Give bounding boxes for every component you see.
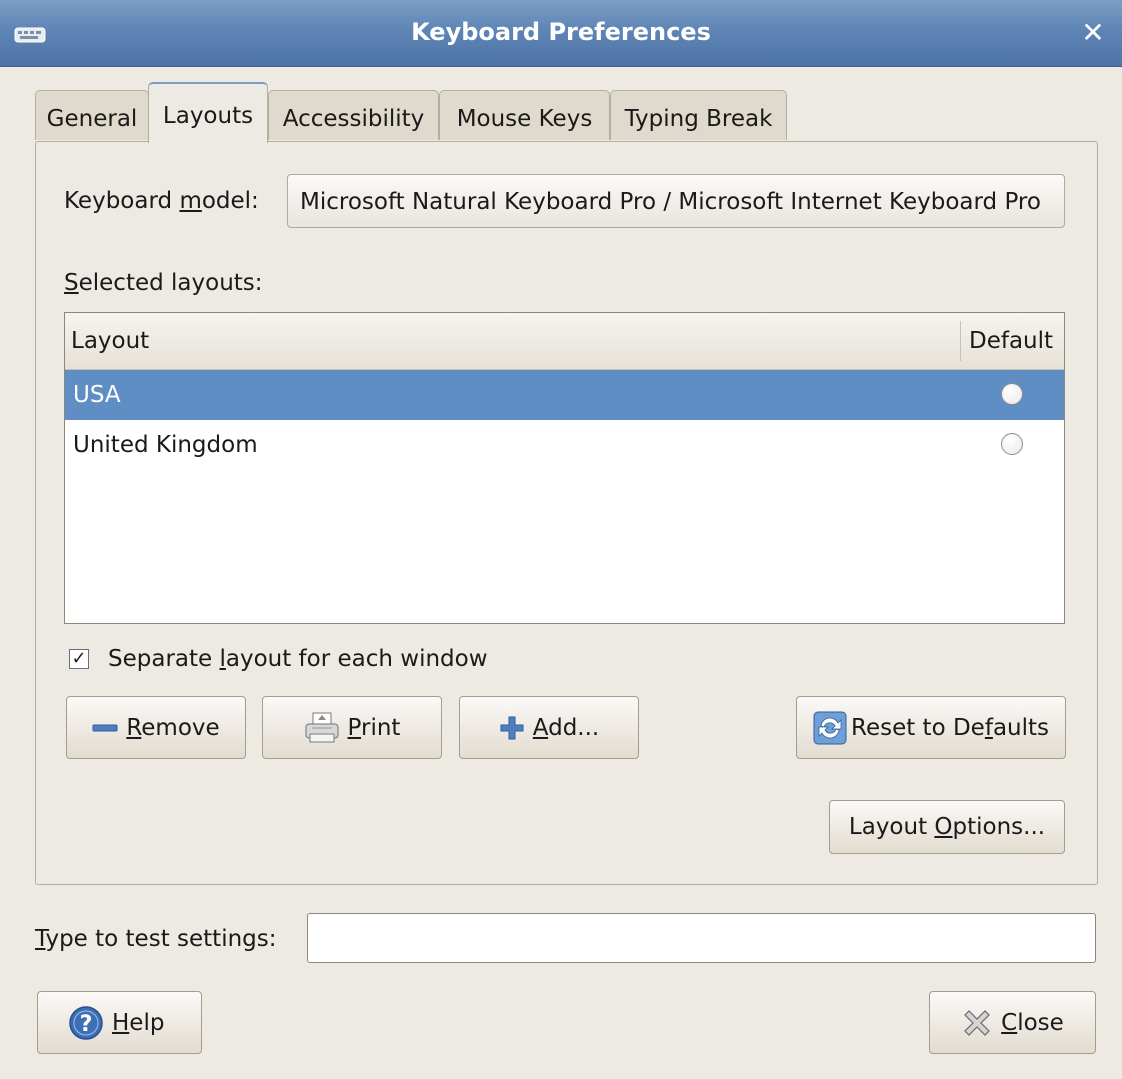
default-radio[interactable] xyxy=(1001,433,1023,455)
keyboard-model-label: Keyboard model: xyxy=(64,188,259,214)
tab-label: Layouts xyxy=(162,103,254,129)
separate-layout-label[interactable]: Separate layout for each window xyxy=(108,646,488,672)
close-button[interactable]: Close xyxy=(929,991,1096,1054)
print-button[interactable]: Print xyxy=(262,696,442,759)
title-bar[interactable]: Keyboard Preferences ✕ xyxy=(0,0,1122,67)
tab-mouse-keys[interactable]: Mouse Keys xyxy=(439,90,610,140)
window-close-icon[interactable]: ✕ xyxy=(1078,16,1108,50)
svg-text:?: ? xyxy=(80,1012,93,1037)
tab-label: Accessibility xyxy=(282,106,425,132)
tab-label: General xyxy=(46,106,138,132)
layout-row-united-kingdom[interactable]: United Kingdom xyxy=(65,420,1064,470)
close-icon xyxy=(964,1009,991,1036)
printer-icon xyxy=(305,712,339,742)
selected-layouts-label: Selected layouts: xyxy=(64,270,263,296)
refresh-icon xyxy=(813,711,847,744)
list-header: Layout Default xyxy=(65,313,1064,370)
add-button[interactable]: Add... xyxy=(459,696,639,759)
minus-icon xyxy=(92,724,118,731)
layout-options-label: Layout Options... xyxy=(848,814,1046,840)
tab-label: Mouse Keys xyxy=(456,106,593,132)
separate-layout-checkbox[interactable]: ✓ xyxy=(69,649,89,669)
layout-name: United Kingdom xyxy=(73,432,258,458)
tab-typing-break[interactable]: Typing Break xyxy=(610,90,787,140)
window-title: Keyboard Preferences xyxy=(411,18,711,46)
remove-button-label: Remove xyxy=(126,714,220,741)
tab-accessibility[interactable]: Accessibility xyxy=(268,90,439,140)
layout-row-usa[interactable]: USA xyxy=(65,370,1064,420)
close-button-label: Close xyxy=(1001,1009,1064,1036)
column-header-layout[interactable]: Layout xyxy=(71,328,149,354)
help-button-label: Help xyxy=(112,1009,165,1036)
keyboard-model-value: Microsoft Natural Keyboard Pro / Microso… xyxy=(300,189,1041,215)
column-header-default[interactable]: Default xyxy=(969,328,1053,354)
layout-name: USA xyxy=(73,382,121,408)
test-settings-input[interactable] xyxy=(307,913,1096,963)
reset-to-defaults-button[interactable]: Reset to Defaults xyxy=(796,696,1066,759)
print-button-label: Print xyxy=(347,714,401,741)
add-button-label: Add... xyxy=(532,714,600,741)
test-settings-label: Type to test settings: xyxy=(35,926,277,952)
remove-button[interactable]: Remove xyxy=(66,696,246,759)
tab-layouts[interactable]: Layouts xyxy=(148,82,268,143)
tab-general[interactable]: General xyxy=(35,90,149,140)
help-icon: ? xyxy=(69,1005,103,1040)
help-button[interactable]: ? Help xyxy=(37,991,202,1054)
layouts-list[interactable]: Layout Default USA United Kingdom xyxy=(64,312,1065,624)
reset-to-defaults-label: Reset to Defaults xyxy=(851,714,1049,741)
keyboard-model-button[interactable]: Microsoft Natural Keyboard Pro / Microso… xyxy=(287,174,1065,228)
layout-options-button[interactable]: Layout Options... xyxy=(829,800,1065,854)
plus-icon xyxy=(500,716,524,739)
tab-label: Typing Break xyxy=(624,106,773,132)
column-divider xyxy=(960,321,961,361)
default-radio[interactable] xyxy=(1001,383,1023,405)
